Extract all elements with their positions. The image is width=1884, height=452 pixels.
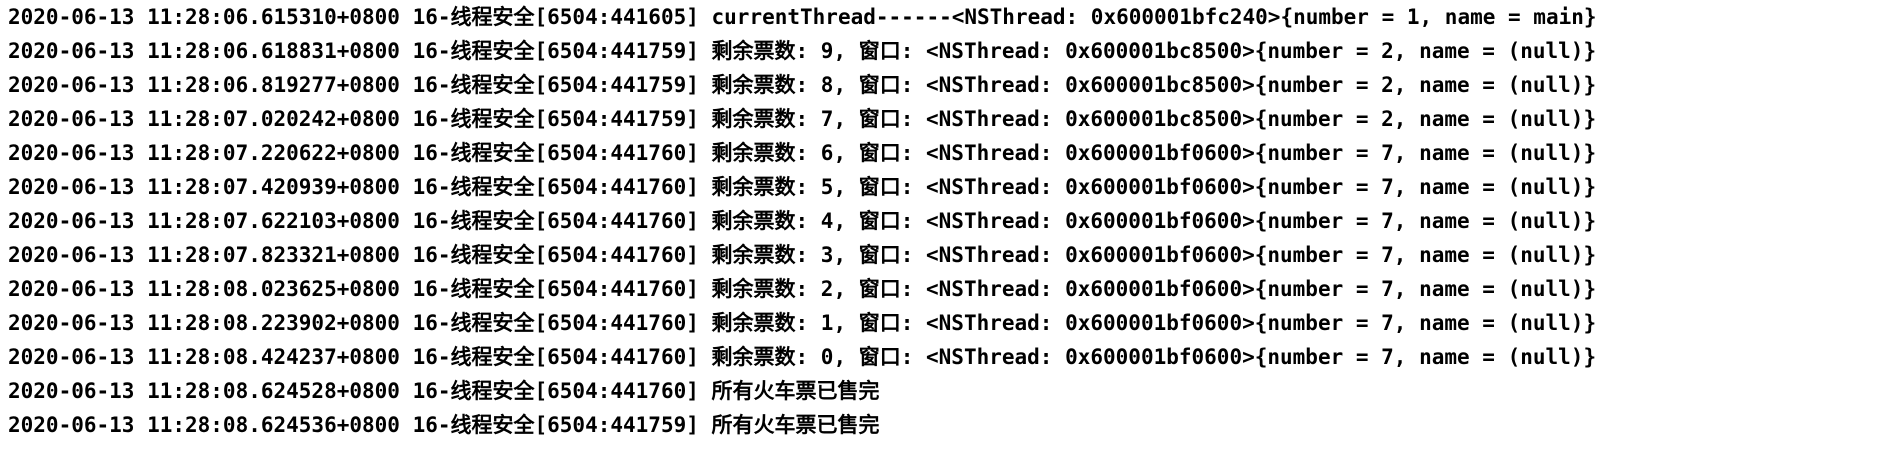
log-line: 2020-06-13 11:28:07.420939+0800 16-线程安全[… bbox=[8, 175, 1597, 199]
log-line: 2020-06-13 11:28:07.220622+0800 16-线程安全[… bbox=[8, 141, 1597, 165]
log-line: 2020-06-13 11:28:08.023625+0800 16-线程安全[… bbox=[8, 277, 1597, 301]
log-line: 2020-06-13 11:28:08.223902+0800 16-线程安全[… bbox=[8, 311, 1597, 335]
log-line: 2020-06-13 11:28:07.823321+0800 16-线程安全[… bbox=[8, 243, 1597, 267]
log-line: 2020-06-13 11:28:07.020242+0800 16-线程安全[… bbox=[8, 107, 1597, 131]
log-line: 2020-06-13 11:28:06.819277+0800 16-线程安全[… bbox=[8, 73, 1597, 97]
log-line: 2020-06-13 11:28:06.615310+0800 16-线程安全[… bbox=[8, 5, 1597, 29]
log-line: 2020-06-13 11:28:07.622103+0800 16-线程安全[… bbox=[8, 209, 1597, 233]
log-line: 2020-06-13 11:28:06.618831+0800 16-线程安全[… bbox=[8, 39, 1597, 63]
console-output[interactable]: 2020-06-13 11:28:06.615310+0800 16-线程安全[… bbox=[0, 0, 1884, 452]
log-line: 2020-06-13 11:28:08.624528+0800 16-线程安全[… bbox=[8, 379, 880, 403]
log-line: 2020-06-13 11:28:08.424237+0800 16-线程安全[… bbox=[8, 345, 1597, 369]
log-line: 2020-06-13 11:28:08.624536+0800 16-线程安全[… bbox=[8, 413, 880, 437]
